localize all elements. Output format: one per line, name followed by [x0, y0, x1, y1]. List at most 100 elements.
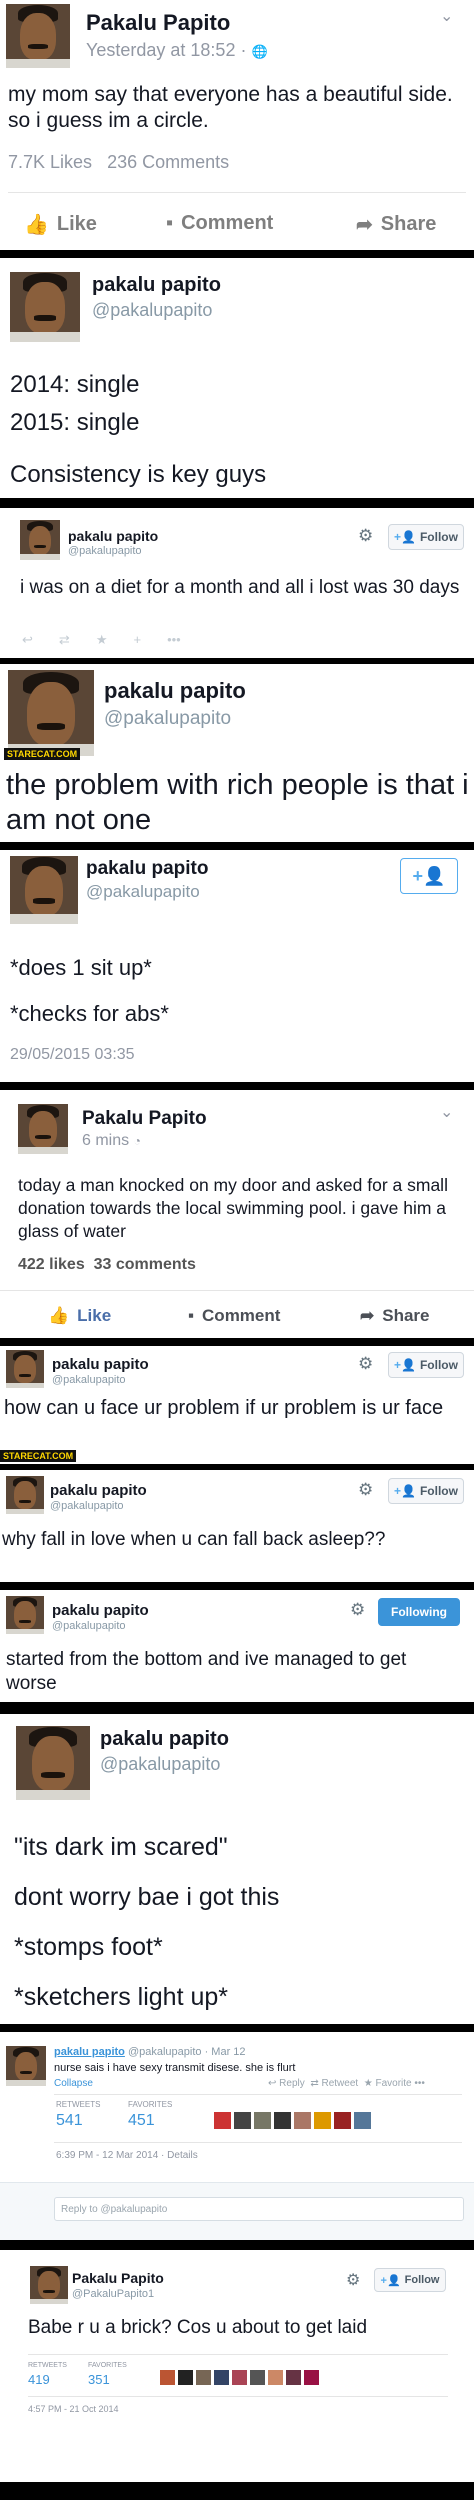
- share-button[interactable]: ➦ Share: [360, 1306, 430, 1326]
- user-avatar-thumb[interactable]: [250, 2370, 265, 2385]
- tweet-9: pakalu papito @pakalupapito ⚙ Following …: [0, 1590, 474, 1702]
- share-button[interactable]: ➦ Share: [356, 212, 436, 237]
- tweet-date: 29/05/2015 03:35: [10, 1046, 135, 1063]
- like-button[interactable]: 👍 Like: [48, 1306, 111, 1326]
- author-name[interactable]: pakalu papito: [68, 528, 158, 544]
- avatar[interactable]: [6, 1476, 44, 1514]
- gear-icon[interactable]: ⚙: [358, 1480, 373, 1500]
- author-name[interactable]: pakalu papito: [104, 678, 246, 704]
- like-count[interactable]: 7.7K Likes: [8, 152, 92, 172]
- follow-button[interactable]: +👤 Follow: [388, 1478, 464, 1504]
- author-name[interactable]: pakalu papito: [50, 1482, 147, 1499]
- user-avatar-thumb[interactable]: [334, 2112, 351, 2129]
- author-name[interactable]: Pakalu Papito: [86, 10, 230, 36]
- options-chevron-icon[interactable]: ⌄: [440, 1102, 453, 1122]
- user-avatar-thumb[interactable]: [232, 2370, 247, 2385]
- reply-box: Reply to @pakalupapito: [0, 2182, 474, 2240]
- author-name[interactable]: pakalu papito: [52, 1602, 149, 1619]
- favorites-count[interactable]: 351: [88, 2372, 110, 2387]
- user-avatar-thumb[interactable]: [196, 2370, 211, 2385]
- author-name[interactable]: Pakalu Papito: [82, 1108, 207, 1130]
- user-avatar-thumb[interactable]: [178, 2370, 193, 2385]
- options-chevron-icon[interactable]: ⌄: [440, 6, 453, 26]
- user-avatar-thumb[interactable]: [294, 2112, 311, 2129]
- user-avatar-thumb[interactable]: [234, 2112, 251, 2129]
- divider: [0, 1290, 474, 1291]
- author-handle[interactable]: @pakalupapito: [52, 1374, 126, 1386]
- user-avatar-thumb[interactable]: [214, 2370, 229, 2385]
- gear-icon[interactable]: ⚙: [358, 1354, 373, 1374]
- author-handle[interactable]: @pakalupapito: [52, 1620, 126, 1632]
- favorite-star-icon[interactable]: ★: [364, 2078, 373, 2089]
- author-name[interactable]: Pakalu Papito: [72, 2270, 164, 2286]
- follow-button[interactable]: +👤 Follow: [388, 524, 464, 550]
- author-handle[interactable]: @PakaluPapito1: [72, 2288, 154, 2300]
- reply-input[interactable]: Reply to @pakalupapito: [54, 2197, 464, 2221]
- author-handle[interactable]: @pakalupapito: [92, 300, 212, 321]
- author-name[interactable]: pakalu papito: [54, 2046, 125, 2058]
- reply-link[interactable]: Reply: [279, 2078, 305, 2089]
- like-button[interactable]: 👍 Like: [24, 212, 97, 237]
- follow-button[interactable]: +👤 Follow: [388, 1352, 464, 1378]
- reply-icon[interactable]: ↩: [268, 2078, 276, 2089]
- user-avatar-thumb[interactable]: [304, 2370, 319, 2385]
- avatar[interactable]: [8, 670, 94, 756]
- gear-icon[interactable]: ⚙: [350, 1600, 365, 1620]
- retweet-link[interactable]: Retweet: [321, 2078, 358, 2089]
- author-name[interactable]: pakalu papito: [92, 274, 221, 297]
- thumbs-up-icon: 👍: [48, 1306, 70, 1325]
- user-avatar-thumb[interactable]: [274, 2112, 291, 2129]
- author-handle[interactable]: @pakalupapito: [86, 882, 200, 902]
- reply-icon[interactable]: ↩: [22, 632, 33, 647]
- add-user-icon: +👤: [394, 1484, 416, 1498]
- author-handle[interactable]: @pakalupapito · Mar 12: [128, 2046, 246, 2058]
- user-avatar-thumb[interactable]: [254, 2112, 271, 2129]
- user-avatar-thumb[interactable]: [286, 2370, 301, 2385]
- author-handle[interactable]: @pakalupapito: [50, 1500, 124, 1512]
- avatar[interactable]: [18, 1104, 68, 1154]
- retweets-count[interactable]: 419: [28, 2372, 50, 2387]
- comment-button[interactable]: ▪ Comment: [166, 212, 273, 235]
- retweet-icon[interactable]: ⇄: [59, 632, 70, 647]
- post-time[interactable]: Yesterday at 18:52 · 🌐: [86, 40, 268, 61]
- user-avatar-thumb[interactable]: [214, 2112, 231, 2129]
- following-button[interactable]: Following: [378, 1598, 460, 1626]
- avatar[interactable]: [6, 4, 70, 68]
- avatar[interactable]: [10, 856, 78, 924]
- follow-button[interactable]: +👤: [400, 858, 458, 894]
- retweet-icon[interactable]: ⇄: [310, 2078, 318, 2089]
- more-icon[interactable]: •••: [414, 2078, 425, 2089]
- avatar[interactable]: [16, 1726, 90, 1800]
- avatar[interactable]: [10, 272, 80, 342]
- retweets-count[interactable]: 541: [56, 2112, 83, 2130]
- avatar[interactable]: [20, 520, 60, 560]
- user-avatar-thumb[interactable]: [160, 2370, 175, 2385]
- add-icon[interactable]: +: [133, 632, 141, 647]
- like-count[interactable]: 422 likes: [18, 1256, 85, 1273]
- avatar[interactable]: [6, 1350, 44, 1388]
- user-avatar-thumb[interactable]: [354, 2112, 371, 2129]
- author-name[interactable]: pakalu papito: [52, 1356, 149, 1373]
- avatar[interactable]: [30, 2266, 68, 2304]
- comment-button[interactable]: ▪ Comment: [188, 1306, 280, 1326]
- post-time[interactable]: 6 mins ◔: [82, 1132, 141, 1150]
- comment-count[interactable]: 236 Comments: [107, 152, 229, 172]
- author-handle[interactable]: @pakalupapito: [68, 545, 142, 557]
- gear-icon[interactable]: ⚙: [358, 526, 373, 546]
- more-icon[interactable]: •••: [167, 632, 181, 647]
- user-avatar-thumb[interactable]: [268, 2370, 283, 2385]
- favorite-link[interactable]: Favorite: [375, 2078, 411, 2089]
- avatar[interactable]: [6, 2046, 46, 2086]
- user-avatar-thumb[interactable]: [314, 2112, 331, 2129]
- comment-count[interactable]: 33 comments: [94, 1256, 196, 1273]
- collapse-link[interactable]: Collapse: [54, 2078, 93, 2089]
- gear-icon[interactable]: ⚙: [346, 2270, 360, 2290]
- follow-button[interactable]: +👤 Follow: [374, 2268, 446, 2292]
- avatar[interactable]: [6, 1596, 44, 1634]
- author-name[interactable]: pakalu papito: [100, 1728, 229, 1751]
- favorite-star-icon[interactable]: ★: [96, 632, 108, 647]
- favorites-count[interactable]: 451: [128, 2112, 155, 2130]
- author-name[interactable]: pakalu papito: [86, 858, 208, 880]
- author-handle[interactable]: @pakalupapito: [100, 1754, 220, 1775]
- author-handle[interactable]: @pakalupapito: [104, 708, 231, 730]
